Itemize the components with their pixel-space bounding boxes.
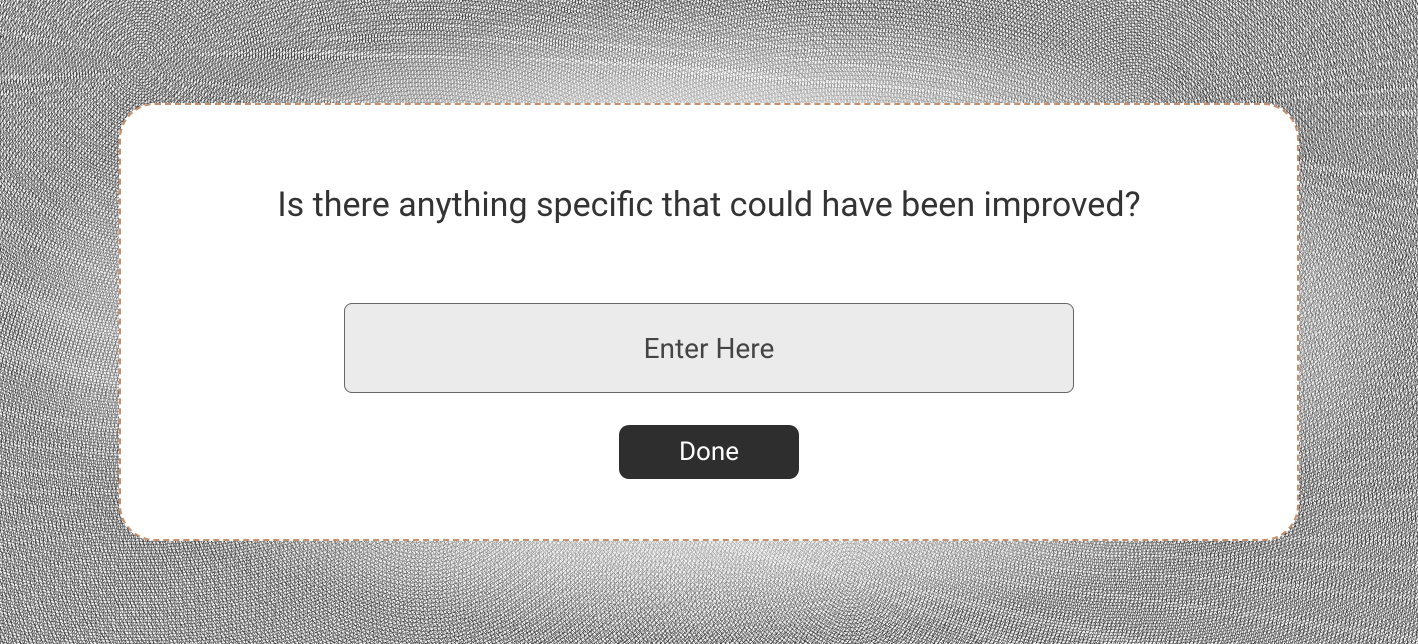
feedback-modal: Is there anything specific that could ha…: [119, 103, 1299, 541]
feedback-input[interactable]: [344, 303, 1074, 393]
done-button[interactable]: Done: [619, 425, 799, 479]
feedback-prompt: Is there anything specific that could ha…: [277, 185, 1140, 225]
